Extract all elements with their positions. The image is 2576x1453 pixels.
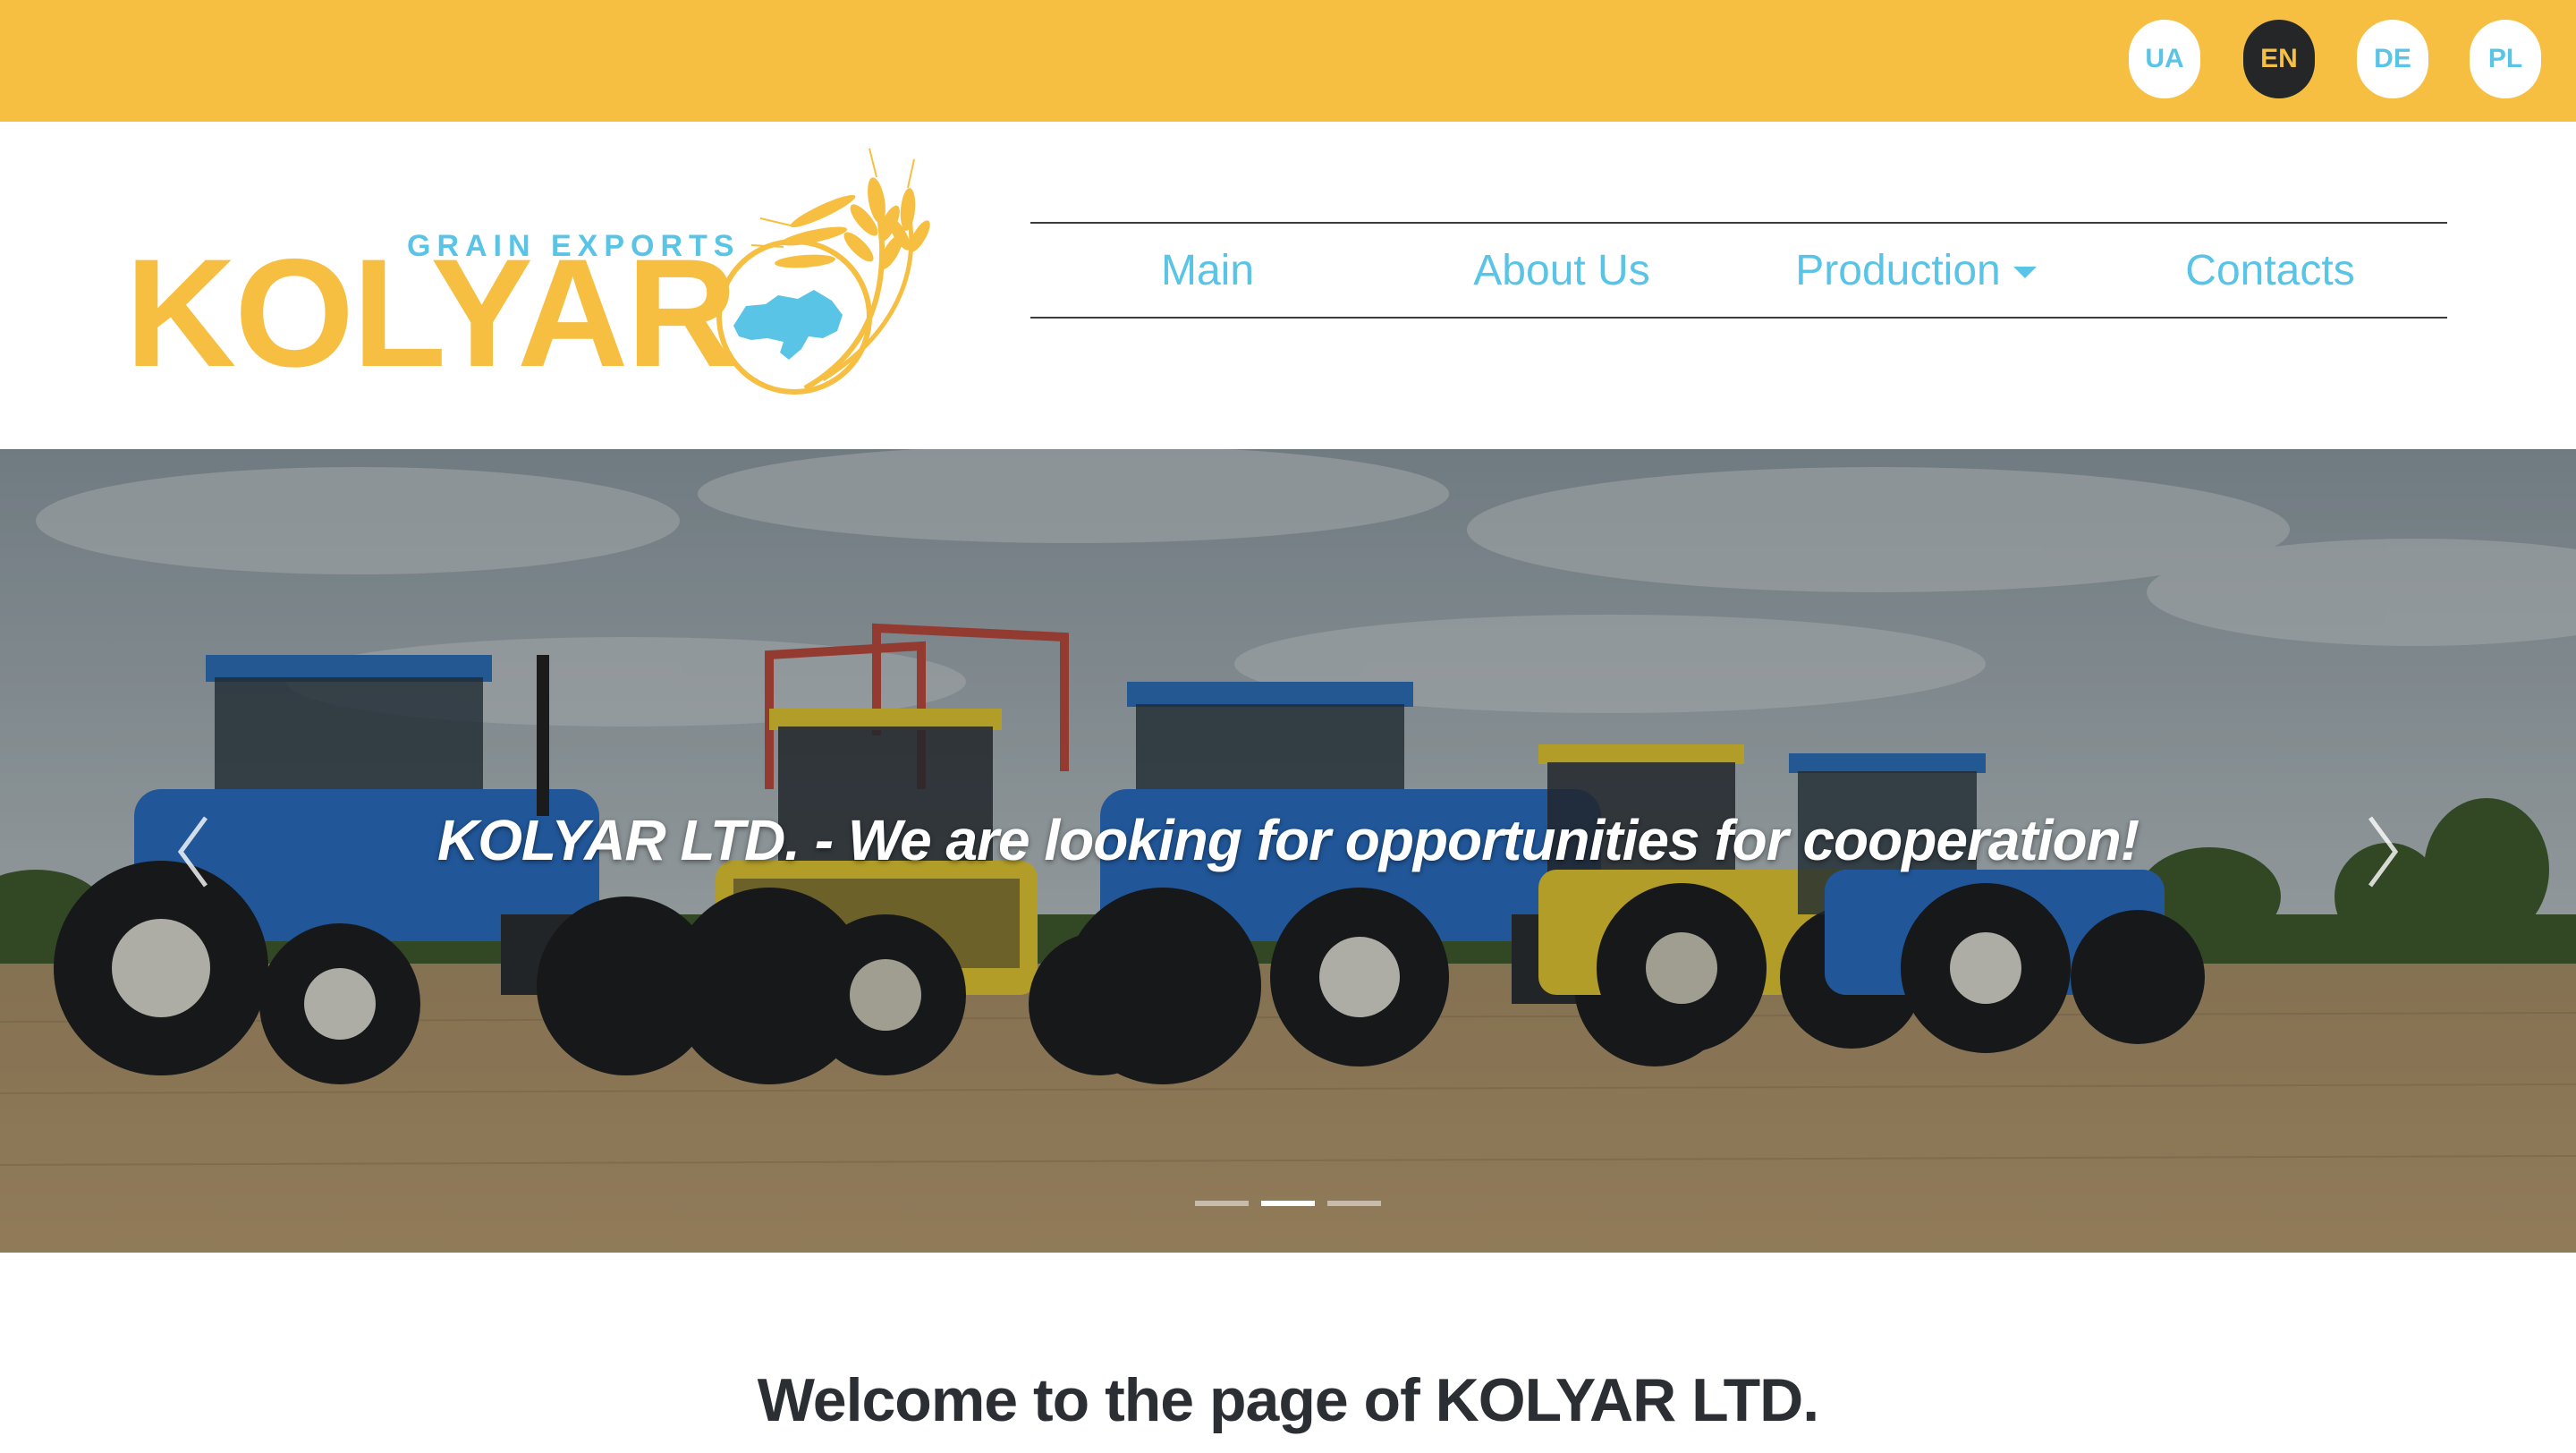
nav-contacts-label: Contacts (2185, 246, 2355, 294)
kolyar-logo[interactable]: GRAIN EXPORTS KOLYAR (125, 147, 930, 406)
caret-down-icon (2012, 266, 2037, 278)
language-pl-button[interactable]: PL (2470, 20, 2541, 98)
nav-about-us-link[interactable]: About Us (1385, 224, 1739, 317)
nav-main-link[interactable]: Main (1030, 224, 1385, 317)
carousel-indicator-3[interactable] (1327, 1201, 1381, 1206)
language-en-button[interactable]: EN (2243, 20, 2315, 98)
carousel-caption: KOLYAR LTD. - We are looking for opportu… (437, 808, 2140, 872)
logo-wordmark: KOLYAR (125, 227, 738, 399)
welcome-heading: Welcome to the page of KOLYAR LTD. (757, 1366, 1819, 1434)
hero-carousel: KOLYAR LTD. - We are looking for opportu… (0, 449, 2576, 1253)
nav-production-label: Production (1795, 246, 2001, 294)
chevron-left-icon[interactable] (166, 807, 220, 896)
language-de-button[interactable]: DE (2357, 20, 2428, 98)
carousel-indicator-2[interactable] (1261, 1201, 1315, 1206)
wheat-ukraine-emblem-icon (716, 148, 930, 395)
language-ua-button[interactable]: UA (2129, 20, 2200, 98)
carousel-indicators (1195, 1201, 1381, 1211)
language-bar: UA EN DE PL (0, 0, 2576, 122)
nav-contacts-link[interactable]: Contacts (2093, 224, 2447, 317)
chevron-right-icon[interactable] (2356, 807, 2410, 896)
main-navigation: Main About Us Production Contacts (1030, 222, 2447, 319)
nav-about-us-label: About Us (1473, 246, 1650, 294)
site-header: GRAIN EXPORTS KOLYAR Main About Us Produ… (0, 122, 2576, 449)
nav-main-label: Main (1160, 246, 1255, 294)
carousel-indicator-1[interactable] (1195, 1201, 1249, 1206)
nav-production-dropdown[interactable]: Production (1739, 224, 2093, 317)
